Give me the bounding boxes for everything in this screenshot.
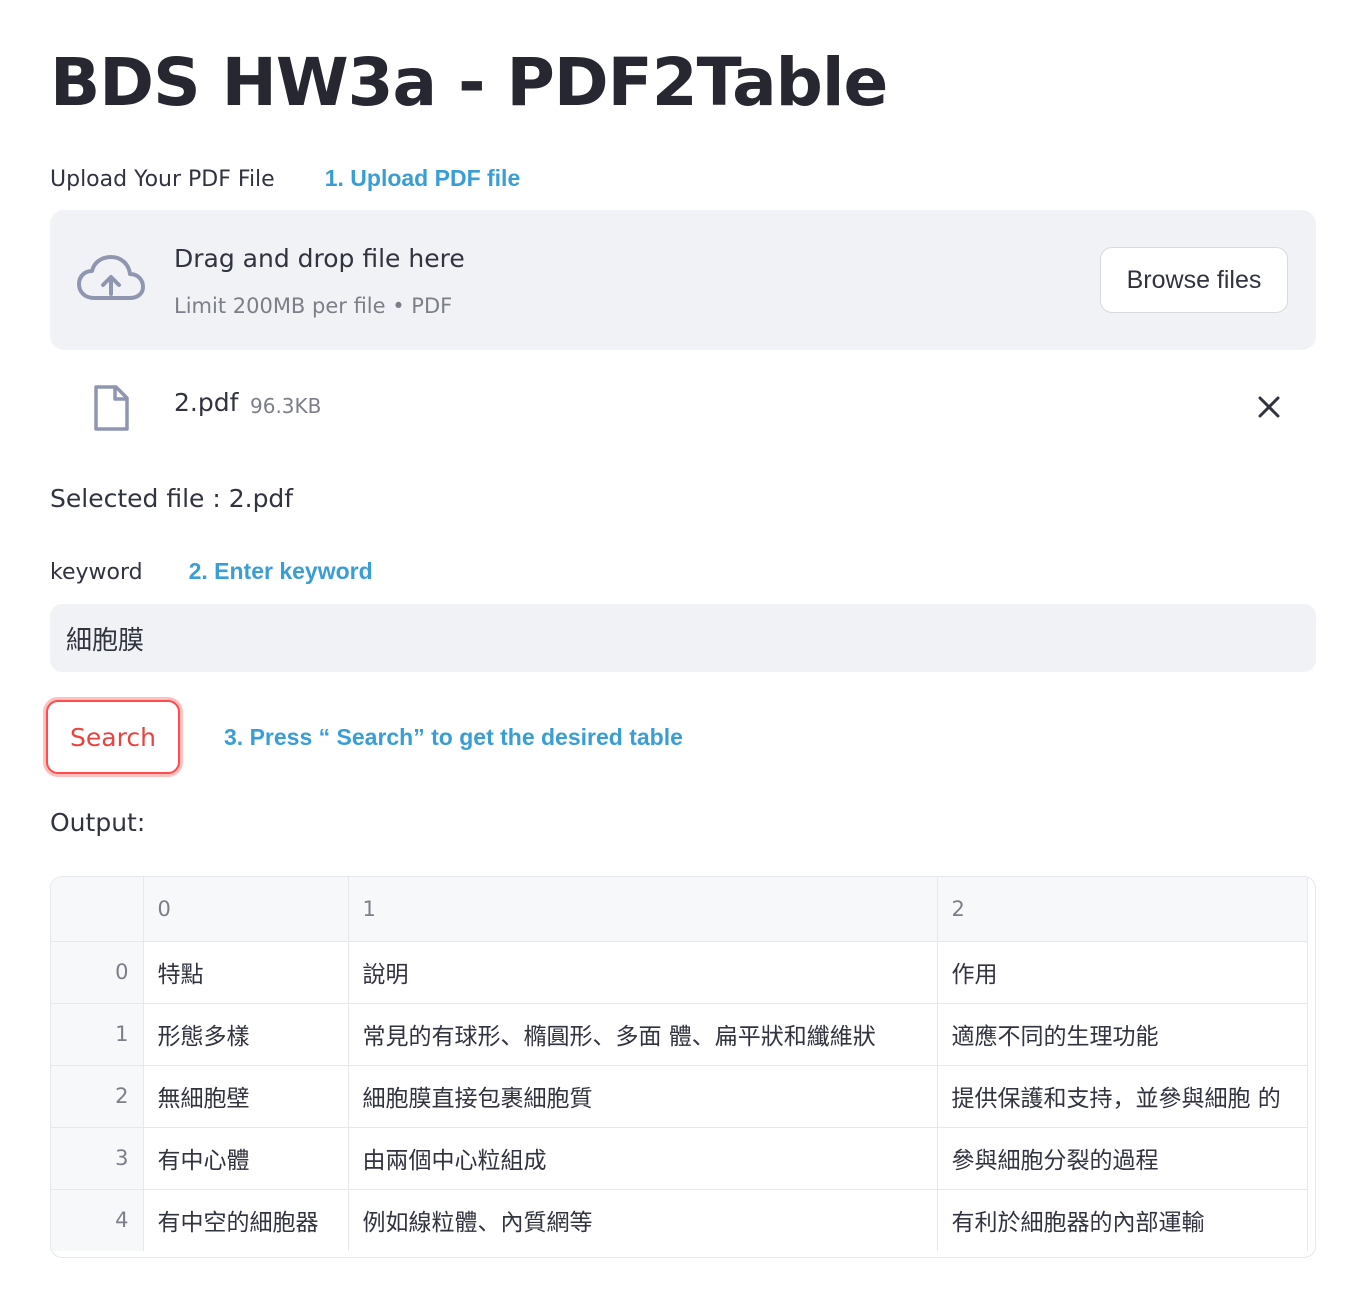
table-cell[interactable]: 由兩個中心粒組成 — [348, 1127, 938, 1190]
table-cell[interactable]: 有中心體 — [143, 1127, 349, 1190]
table-row: 0 特點 說明 作用 — [51, 941, 1308, 1004]
table-row: 4 有中空的細胞器 例如線粒體、內質網等 有利於細胞器的內部運輸 — [51, 1189, 1308, 1251]
table-cell[interactable]: 例如線粒體、內質網等 — [348, 1189, 938, 1251]
row-index: 2 — [51, 1065, 144, 1128]
search-button[interactable]: Search — [46, 700, 180, 774]
file-icon — [94, 385, 129, 431]
table-index-header — [51, 877, 144, 942]
selected-file-text: Selected file : 2.pdf — [50, 484, 294, 513]
table-cell[interactable]: 形態多樣 — [143, 1003, 349, 1066]
file-limit-text: Limit 200MB per file • PDF — [174, 294, 453, 318]
uploaded-file-row: 2.pdf 96.3KB — [50, 372, 1316, 442]
search-annotation: 3. Press “ Search” to get the desired ta… — [224, 724, 683, 750]
table-cell[interactable]: 作用 — [937, 941, 1308, 1004]
close-icon[interactable] — [1252, 390, 1286, 424]
upload-label-row: Upload Your PDF File 1. Upload PDF file — [50, 165, 520, 192]
table-cell[interactable]: 常見的有球形、橢圓形、多面 體、扁平狀和纖維狀 — [348, 1003, 938, 1066]
table-row: 1 形態多樣 常見的有球形、橢圓形、多面 體、扁平狀和纖維狀 適應不同的生理功能 — [51, 1003, 1308, 1066]
table-cell[interactable]: 參與細胞分裂的過程 — [937, 1127, 1308, 1190]
table-row: 3 有中心體 由兩個中心粒組成 參與細胞分裂的過程 — [51, 1127, 1308, 1190]
table-header-row: 0 1 2 — [51, 877, 1308, 942]
table-cell[interactable]: 特點 — [143, 941, 349, 1004]
table-cell[interactable]: 適應不同的生理功能 — [937, 1003, 1308, 1066]
keyword-label: keyword — [50, 560, 143, 585]
uploaded-file-name: 2.pdf — [174, 388, 239, 417]
file-dropzone[interactable]: Drag and drop file here Limit 200MB per … — [50, 210, 1316, 350]
row-index: 4 — [51, 1189, 144, 1251]
table-column-header[interactable]: 2 — [937, 877, 1308, 942]
table-cell[interactable]: 有中空的細胞器 — [143, 1189, 349, 1251]
drag-drop-text: Drag and drop file here — [174, 244, 465, 273]
output-table[interactable]: 0 1 2 0 特點 說明 作用 1 形態多樣 常見的有球形、橢圓形、多面 體、… — [50, 876, 1316, 1258]
table-column-header[interactable]: 1 — [348, 877, 938, 942]
table-cell[interactable]: 有利於細胞器的內部運輸 — [937, 1189, 1308, 1251]
uploaded-file-size: 96.3KB — [250, 394, 322, 418]
table-cell[interactable]: 無細胞壁 — [143, 1065, 349, 1128]
table-cell[interactable]: 說明 — [348, 941, 938, 1004]
row-index: 3 — [51, 1127, 144, 1190]
output-label: Output: — [50, 808, 146, 837]
keyword-label-row: keyword 2. Enter keyword — [50, 558, 373, 585]
table-column-header[interactable]: 0 — [143, 877, 349, 942]
row-index: 1 — [51, 1003, 144, 1066]
row-index: 0 — [51, 941, 144, 1004]
keyword-input[interactable] — [50, 604, 1316, 672]
page-title: BDS HW3a - PDF2Table — [50, 44, 888, 121]
table-cell[interactable]: 細胞膜直接包裹細胞質 — [348, 1065, 938, 1128]
keyword-annotation: 2. Enter keyword — [188, 558, 373, 584]
table-row: 2 無細胞壁 細胞膜直接包裹細胞質 提供保護和支持，並參與細胞 的 — [51, 1065, 1308, 1128]
upload-annotation: 1. Upload PDF file — [324, 165, 521, 191]
table-cell[interactable]: 提供保護和支持，並參與細胞 的 — [937, 1065, 1308, 1128]
upload-label: Upload Your PDF File — [50, 167, 275, 192]
browse-files-button[interactable]: Browse files — [1100, 247, 1288, 313]
cloud-upload-icon — [77, 255, 145, 300]
